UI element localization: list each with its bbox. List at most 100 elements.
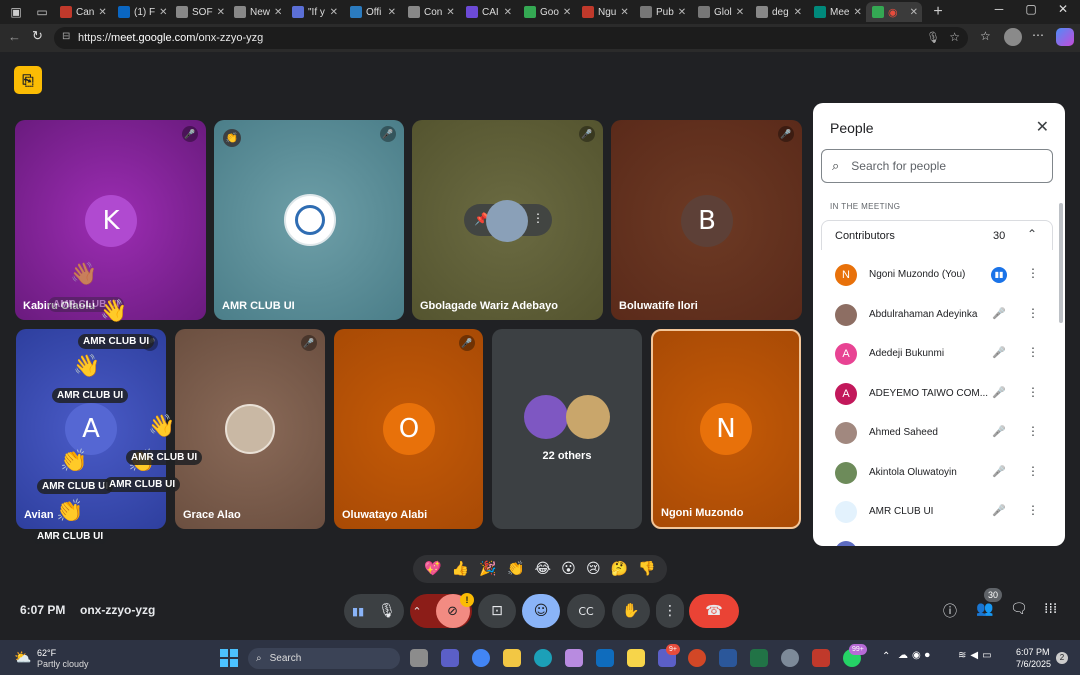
tile-self[interactable]: N Ngoni Muzondo <box>651 329 801 529</box>
chevron-up-icon[interactable]: ⌃ <box>412 605 421 618</box>
teams-chat-icon[interactable] <box>441 649 459 667</box>
raise-hand-button[interactable]: ✋ <box>612 594 650 628</box>
system-date[interactable]: 7/6/2025 <box>1016 659 1051 669</box>
contributors-group[interactable]: Contributors 30 ⌃ <box>821 220 1053 250</box>
participant-row[interactable]: AMR CLUB UI 🎤 ⋮ <box>821 492 1053 530</box>
reactions-button[interactable]: ☺ <box>522 594 560 628</box>
more-options-icon[interactable]: ⋮ <box>1027 464 1039 478</box>
profile-avatar[interactable] <box>1004 28 1022 46</box>
emoji-reaction-button[interactable]: 🎉 <box>479 561 496 577</box>
tile-gbolagade[interactable]: 📌 ⋮ 🎤 Gbolagade Wariz Adebayo <box>412 120 603 320</box>
excel-icon[interactable] <box>750 649 768 667</box>
favorites-icon[interactable]: ☆ <box>980 29 991 43</box>
search-input[interactable]: ⌕ Search for people <box>821 149 1053 183</box>
store-icon[interactable] <box>565 649 583 667</box>
close-tab-icon[interactable]: ✕ <box>159 7 167 18</box>
close-tab-icon[interactable]: ✕ <box>853 7 861 18</box>
more-options-icon[interactable]: ⋮ <box>1027 424 1039 438</box>
word-icon[interactable] <box>719 649 737 667</box>
url-input[interactable]: ⊟ https://meet.google.com/onx-zzyo-yzg 🎙… <box>54 27 968 49</box>
new-tab-icon[interactable]: + <box>928 2 948 22</box>
close-tab-icon[interactable]: ✕ <box>274 7 282 18</box>
more-options-icon[interactable]: ⋮ <box>1027 385 1039 399</box>
close-tab-icon[interactable]: ✕ <box>388 7 396 18</box>
captions-button[interactable]: CC <box>567 594 605 628</box>
participant-row[interactable]: A ADEYEMO TAIWO COM... 🎤 ⋮ <box>821 374 1053 412</box>
browser-tab-active[interactable]: ◉ ✕ <box>866 2 922 22</box>
close-tab-icon[interactable]: ✕ <box>794 7 802 18</box>
back-icon[interactable]: ← <box>8 29 21 44</box>
system-time[interactable]: 6:07 PM <box>1016 647 1050 657</box>
browser-tab[interactable]: Glol ✕ <box>692 2 748 22</box>
emoji-reaction-button[interactable]: 👎 <box>638 561 655 577</box>
emoji-reaction-button[interactable]: 🤔 <box>611 561 628 577</box>
more-options-icon[interactable]: ⋮ <box>1027 503 1039 517</box>
present-screen-button[interactable]: ⊡ <box>478 594 516 628</box>
browser-tab[interactable]: Can ✕ <box>54 2 110 22</box>
close-tab-icon[interactable]: ✕ <box>620 7 628 18</box>
app-icon[interactable] <box>812 649 830 667</box>
browser-tab[interactable]: Goo ✕ <box>518 2 574 22</box>
network-volume-battery-icons[interactable]: ≋◀▭ <box>958 650 996 661</box>
tile-others[interactable]: 22 others <box>492 329 642 529</box>
chat-icon[interactable]: 🗨 <box>1010 601 1028 617</box>
participant-row[interactable]: N Ngoni Muzondo (You) ▮▮ ⋮ <box>821 255 1053 293</box>
participant-row[interactable]: Abdulrahaman Adeyinka 🎤 ⋮ <box>821 295 1053 333</box>
maximize-icon[interactable]: ▢ <box>1016 2 1046 16</box>
browser-tab[interactable]: Pub ✕ <box>634 2 690 22</box>
edge-icon[interactable] <box>534 649 552 667</box>
scrollbar[interactable] <box>1059 203 1063 323</box>
close-tab-icon[interactable]: ✕ <box>563 7 571 18</box>
mic-button[interactable]: ▮▮ 🎙 <box>344 594 404 628</box>
chrome-icon[interactable] <box>472 649 490 667</box>
workspaces-icon[interactable]: ▣ <box>6 2 26 22</box>
emoji-reaction-button[interactable]: 👍 <box>452 561 469 577</box>
tile-grace[interactable]: 🎤 Grace Alao <box>175 329 325 529</box>
browser-tab[interactable]: New ✕ <box>228 2 284 22</box>
file-explorer-icon[interactable] <box>503 649 521 667</box>
sticky-notes-icon[interactable] <box>627 649 645 667</box>
browser-tab[interactable]: CAI ✕ <box>460 2 516 22</box>
close-tab-icon[interactable]: ✕ <box>98 7 106 18</box>
emoji-reaction-button[interactable]: 😢 <box>586 561 601 577</box>
close-icon[interactable]: ✕ <box>1036 117 1049 137</box>
tile-boluwatife[interactable]: B 🎤 Boluwatife Ilori <box>611 120 802 320</box>
browser-tab[interactable]: (1) F ✕ <box>112 2 168 22</box>
chevron-up-icon[interactable]: ⌃ <box>1027 227 1037 241</box>
browser-tab[interactable]: Con ✕ <box>402 2 458 22</box>
task-view-icon[interactable] <box>410 649 428 667</box>
tile-amr-club[interactable]: 👏 🎤 AMR CLUB UI <box>214 120 404 320</box>
close-tab-icon[interactable]: ✕ <box>678 7 686 18</box>
powerpoint-icon[interactable] <box>688 649 706 667</box>
emoji-reaction-button[interactable]: 😮 <box>561 561 576 577</box>
more-options-icon[interactable]: ⋮ <box>1027 306 1039 320</box>
outlook-icon[interactable] <box>596 649 614 667</box>
leave-companion-icon[interactable]: ⎘ <box>14 66 42 94</box>
more-options-button[interactable]: ⋮ <box>656 594 684 628</box>
browser-tab[interactable]: SOF ✕ <box>170 2 226 22</box>
tray-icons[interactable]: ☁◉⏺ <box>898 650 934 661</box>
people-icon[interactable]: 👥 <box>976 601 993 617</box>
extensions-icon[interactable]: ⋯ <box>1032 28 1044 42</box>
emoji-reaction-button[interactable]: 💖 <box>424 561 441 577</box>
tile-oluwatayo[interactable]: O 🎤 Oluwatayo Alabi <box>334 329 483 529</box>
settings-icon[interactable] <box>781 649 799 667</box>
emoji-reaction-button[interactable]: 😂 <box>535 561 551 577</box>
tray-chevron-icon[interactable]: ⌃ <box>882 651 890 662</box>
close-window-icon[interactable]: ✕ <box>1048 2 1078 16</box>
close-tab-icon[interactable]: ✕ <box>910 7 918 18</box>
more-options-icon[interactable]: ⋮ <box>532 211 544 225</box>
close-tab-icon[interactable]: ✕ <box>330 7 338 18</box>
participant-row[interactable]: Ahmed Saheed 🎤 ⋮ <box>821 413 1053 451</box>
close-tab-icon[interactable]: ✕ <box>736 7 744 18</box>
browser-tab[interactable]: Offi ✕ <box>344 2 400 22</box>
leave-call-button[interactable]: ☎ <box>689 594 739 628</box>
meeting-info-icon[interactable]: ⓘ <box>943 601 957 621</box>
close-tab-icon[interactable]: ✕ <box>446 7 454 18</box>
participant-row[interactable]: Akintola Oluwatoyin 🎤 ⋮ <box>821 453 1053 491</box>
mic-permission-icon[interactable]: 🎙 <box>926 31 940 44</box>
refresh-icon[interactable]: ↻ <box>32 28 43 44</box>
activities-icon[interactable]: ⁞⁞⁞ <box>1044 601 1057 617</box>
more-options-icon[interactable]: ⋮ <box>1027 345 1039 359</box>
notification-count[interactable]: 2 <box>1056 652 1068 664</box>
